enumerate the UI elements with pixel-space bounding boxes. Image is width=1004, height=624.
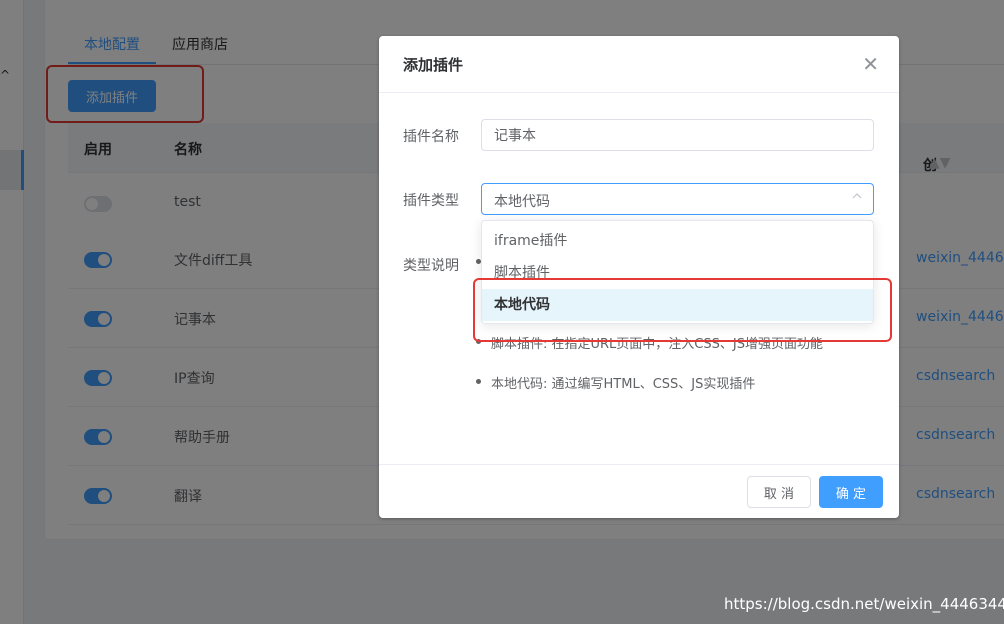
plugin-name-label: 插件名称 <box>403 129 459 145</box>
dialog-footer-divider <box>379 464 899 465</box>
plugin-type-select[interactable]: 本地代码 <box>481 183 874 215</box>
highlight-box-dropdown <box>473 278 892 342</box>
confirm-button[interactable]: 确 定 <box>819 476 883 508</box>
type-desc-list: 脚本插件: 在指定URL页面中，注入CSS、JS增强页面功能 本地代码: 通过编… <box>476 333 823 413</box>
plugin-type-value: 本地代码 <box>494 194 550 210</box>
plugin-name-input[interactable] <box>481 119 874 151</box>
plugin-type-label: 插件类型 <box>403 193 459 209</box>
dropdown-option-iframe[interactable]: iframe插件 <box>482 225 873 257</box>
cancel-button[interactable]: 取 消 <box>747 476 811 508</box>
close-icon[interactable]: ✕ <box>862 52 879 76</box>
dialog-header-divider <box>379 92 899 93</box>
watermark: https://blog.csdn.net/weixin_44463441 <box>724 595 1004 613</box>
type-desc-label: 类型说明 <box>403 258 459 274</box>
type-desc-item: 本地代码: 通过编写HTML、CSS、JS实现插件 <box>476 373 823 393</box>
dialog-title: 添加插件 <box>403 56 464 74</box>
chevron-up-icon <box>852 193 862 199</box>
